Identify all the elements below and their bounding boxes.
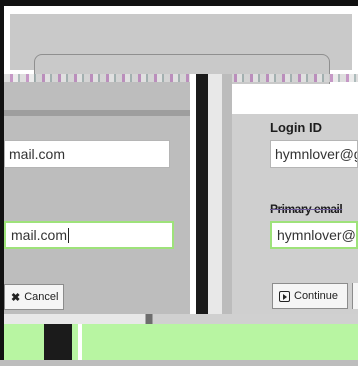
render-artifact-strip	[4, 74, 358, 82]
panel-divider-dark	[196, 74, 208, 314]
text-caret	[68, 228, 70, 243]
cancel-button[interactable]: ✖ Cancel	[4, 284, 64, 310]
login-id-field[interactable]: hymnlover@g	[270, 140, 358, 168]
next-button-edge[interactable]	[352, 283, 358, 309]
panel-divider-light	[208, 74, 222, 314]
play-icon	[279, 290, 290, 302]
green-bar-right	[82, 324, 358, 360]
confirm-email-label: Primary email	[270, 202, 343, 216]
login-id-value: hymnlover@g	[275, 146, 358, 162]
email-field-value: mail.com	[9, 146, 66, 162]
render-artifact-strip-bottom	[4, 314, 358, 324]
continue-button-label: Continue	[294, 290, 339, 302]
login-id-label: Login ID	[270, 120, 322, 135]
email-field[interactable]: mail.com	[4, 140, 170, 168]
close-icon: ✖	[11, 291, 21, 304]
cancel-button-label: Cancel	[24, 291, 59, 303]
confirm-login-value: hymnlover@g	[277, 227, 358, 243]
continue-button[interactable]: Continue	[272, 283, 348, 309]
email-confirm-field-value: mail.com	[11, 227, 68, 243]
bottom-dark-gap	[44, 324, 72, 360]
right-panel-header	[232, 100, 358, 114]
confirm-login-field[interactable]: hymnlover@g	[270, 221, 358, 249]
green-bar-left	[4, 324, 44, 360]
email-confirm-field[interactable]: mail.com	[4, 221, 174, 249]
left-panel-band	[4, 110, 190, 116]
left-form-panel	[4, 82, 194, 314]
panel-divider-gray	[222, 74, 232, 314]
bottom-edge	[0, 360, 358, 366]
